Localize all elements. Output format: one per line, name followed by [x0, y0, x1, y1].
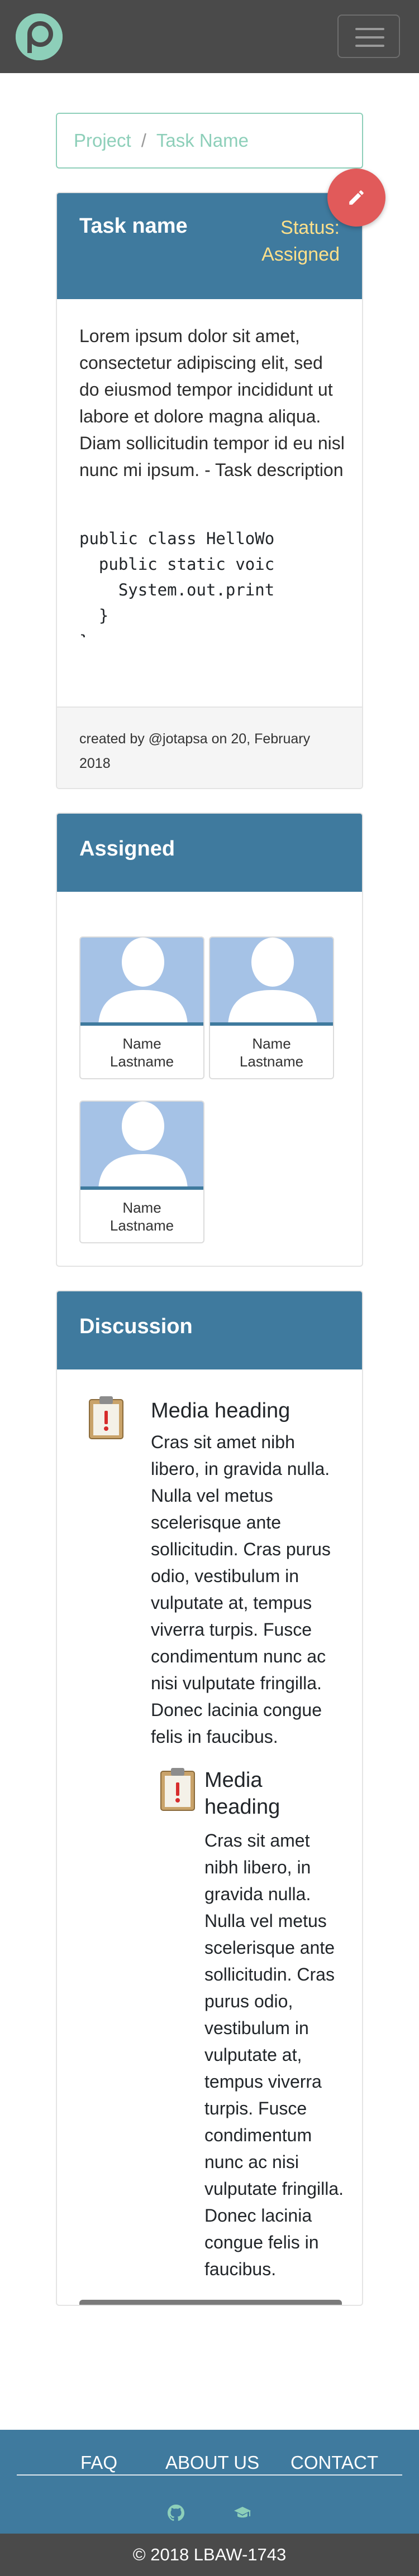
- task-title: Task name: [79, 214, 188, 238]
- assigned-user-card[interactable]: Name Lastname: [79, 1100, 204, 1243]
- footer-link-about-us[interactable]: ABOUT US: [165, 2452, 259, 2473]
- task-card-header: Task name Status: Assigned: [57, 193, 362, 299]
- avatar: [80, 938, 203, 1026]
- footer-links: FAQ ABOUT US CONTACT: [0, 2452, 419, 2480]
- user-name: Name Lastname: [210, 1026, 333, 1070]
- user-name: Name Lastname: [80, 1190, 203, 1234]
- nested-comment-heading-line2: heading: [204, 1795, 280, 1819]
- user-first-name: Name: [122, 1035, 161, 1052]
- navbar: [0, 0, 419, 73]
- user-last-name: Lastname: [239, 1053, 304, 1070]
- menu-toggle-button[interactable]: [337, 15, 400, 58]
- footer-link-contact[interactable]: CONTACT: [291, 2452, 378, 2473]
- task-card: Task name Status: Assigned Lorem ipsum d…: [56, 192, 363, 789]
- footer-divider: [17, 2474, 402, 2476]
- comment-heading: Media heading: [151, 1399, 291, 1422]
- discussion-card: Discussion Media heading Cras sit amet n…: [56, 1290, 363, 2306]
- github-icon[interactable]: [168, 2505, 184, 2521]
- breadcrumb-project-link[interactable]: Project: [74, 130, 131, 151]
- user-last-name: Lastname: [109, 1217, 174, 1234]
- breadcrumb: Project / Task Name: [56, 113, 363, 169]
- user-last-name: Lastname: [109, 1053, 174, 1070]
- created-date-text: 2018: [79, 756, 111, 771]
- created-by-text: created by @jotapsa on 20, February: [79, 731, 311, 747]
- assigned-user-card[interactable]: Name Lastname: [79, 936, 204, 1079]
- hamburger-icon-bar: [355, 45, 384, 47]
- discussion-title: Discussion: [79, 1315, 193, 1338]
- user-name: Name Lastname: [80, 1026, 203, 1070]
- task-card-footer: created by @jotapsa on 20, February 2018: [57, 707, 362, 788]
- p-logo-icon[interactable]: [16, 13, 63, 60]
- clipboard-alert-icon: [160, 1768, 195, 1811]
- status-badge: Status: Assigned: [261, 214, 340, 268]
- nested-comment-heading-line1: Media: [204, 1768, 263, 1792]
- discussion-card-header: Discussion: [57, 1291, 362, 1369]
- footer: FAQ ABOUT US CONTACT © 2018 LBAW-1743: [0, 2430, 419, 2576]
- hamburger-icon-bar: [355, 36, 384, 39]
- hamburger-icon: [355, 28, 384, 30]
- edit-task-button[interactable]: [327, 169, 385, 227]
- pencil-icon: [349, 190, 364, 205]
- nested-comment-heading: Media heading: [204, 1767, 344, 1820]
- clipboard-alert-icon: [89, 1396, 123, 1439]
- breadcrumb-task: Task Name: [156, 130, 249, 151]
- avatar: [210, 938, 333, 1026]
- assigned-card-header: Assigned: [57, 814, 362, 892]
- assigned-title: Assigned: [79, 837, 175, 861]
- status-label: Status:: [280, 217, 340, 238]
- status-value: Assigned: [261, 244, 340, 265]
- breadcrumb-separator: /: [141, 130, 146, 151]
- nested-comment-body: Cras sit amet nibh libero, in gravida nu…: [204, 1830, 344, 2279]
- user-first-name: Name: [252, 1035, 291, 1052]
- load-more-button[interactable]: ...: [79, 2300, 342, 2305]
- copyright-text: © 2018 LBAW-1743: [0, 2534, 419, 2576]
- task-description: Lorem ipsum dolor sit amet, consectetur …: [79, 326, 345, 480]
- footer-link-faq[interactable]: FAQ: [80, 2452, 117, 2473]
- graduation-cap-icon[interactable]: [234, 2506, 251, 2520]
- assigned-user-card[interactable]: Name Lastname: [209, 936, 334, 1079]
- comment-body: Cras sit amet nibh libero, in gravida nu…: [151, 1432, 331, 1747]
- assigned-card: Assigned Name Lastname Name Lastname Nam…: [56, 813, 363, 1267]
- user-first-name: Name: [122, 1199, 161, 1216]
- code-block: public class HelloWo public static voic …: [79, 529, 275, 637]
- avatar: [80, 1102, 203, 1190]
